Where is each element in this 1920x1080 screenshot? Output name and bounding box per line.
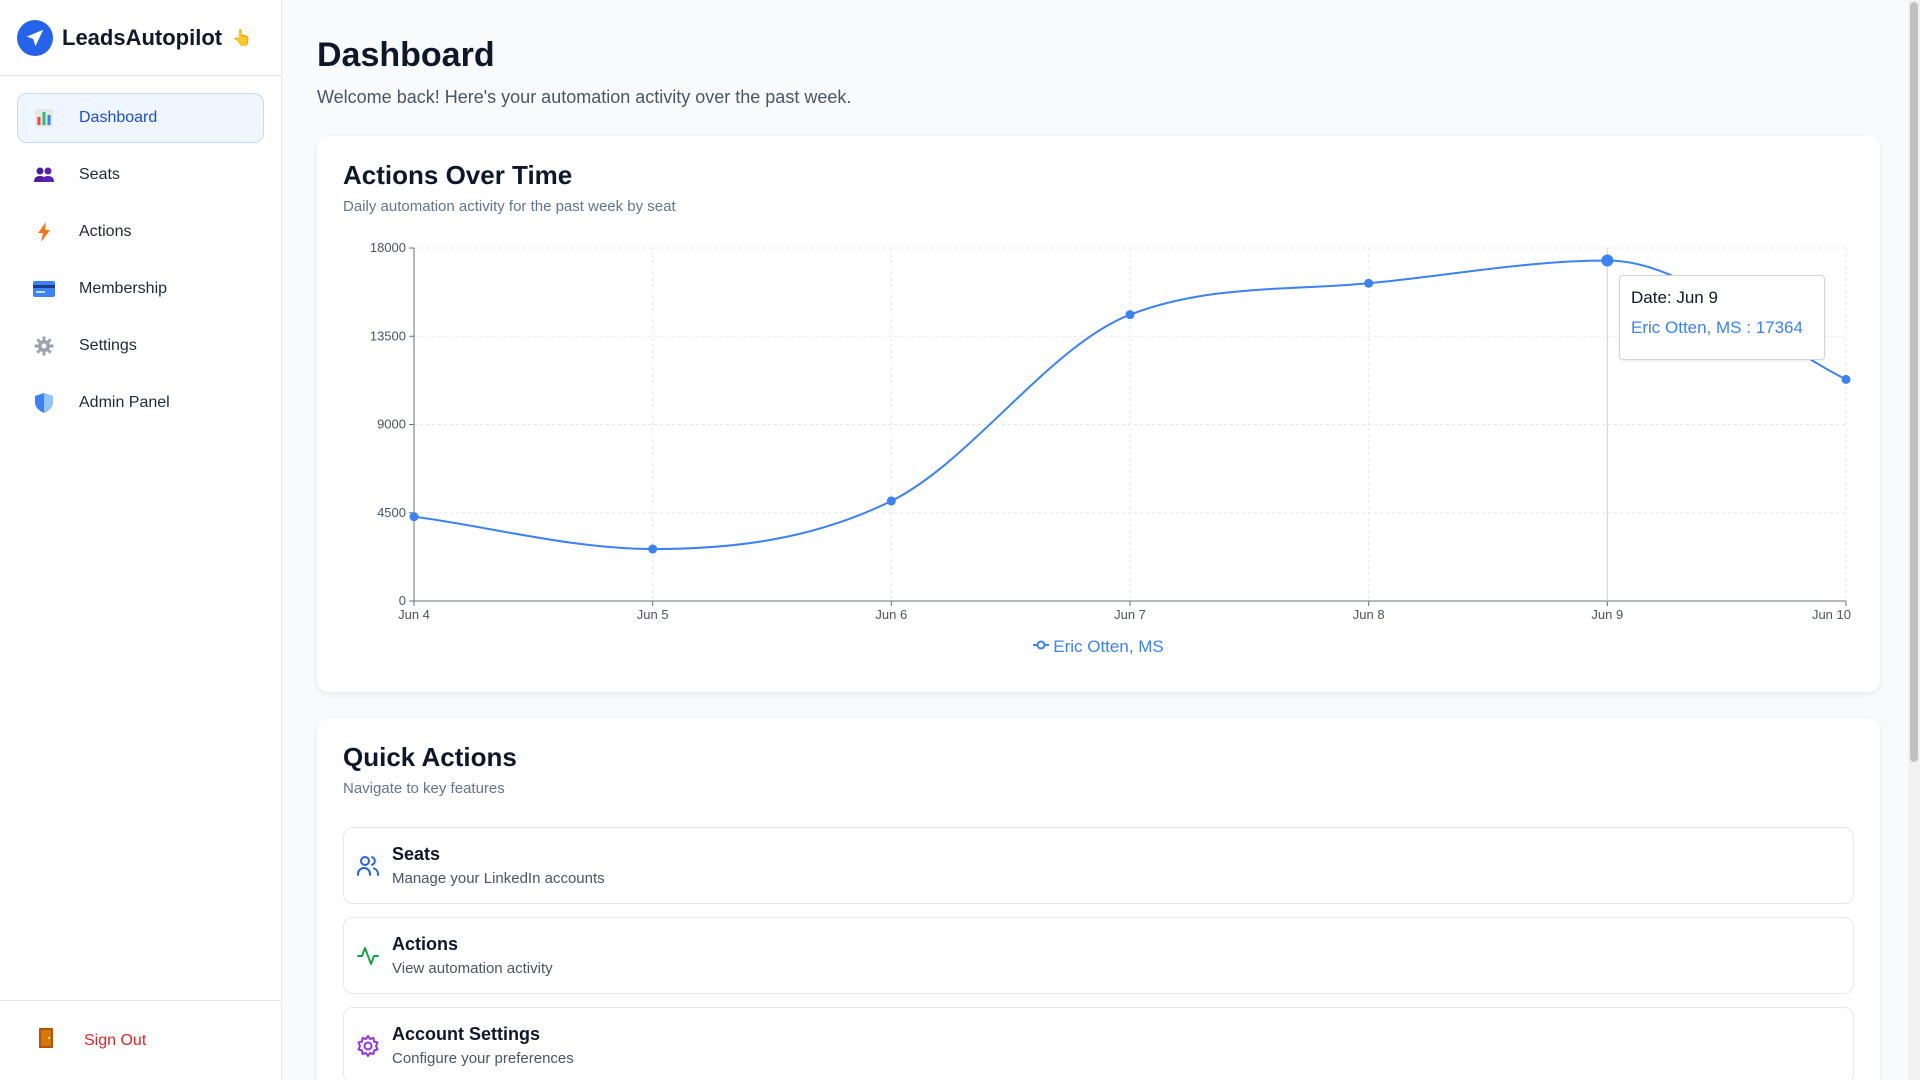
actions-chart-card: Actions Over Time Daily automation activ…	[317, 136, 1880, 692]
page-title: Dashboard	[317, 36, 495, 74]
quick-actions-title: Quick Actions	[343, 742, 517, 772]
data-point	[1841, 374, 1851, 384]
data-point	[648, 544, 658, 554]
quick-action-desc: Manage your LinkedIn accounts	[392, 870, 605, 887]
quick-action-actions[interactable]: Actions View automation activity	[343, 917, 1854, 994]
sidebar-item-label: Seats	[79, 166, 120, 183]
sidebar-item-membership[interactable]: Membership	[17, 264, 264, 314]
y-tick-label: 4500	[377, 505, 406, 520]
page-scrollbar[interactable]	[1908, 0, 1920, 1080]
gear-icon	[356, 1034, 380, 1058]
x-tick-label: Jun 10	[1812, 607, 1851, 622]
legend-label: Eric Otten, MS	[1053, 637, 1164, 656]
sidebar-item-settings[interactable]: Settings	[17, 321, 264, 371]
main-content: Dashboard Welcome back! Here's your auto…	[317, 0, 1880, 1080]
airplane-logo-icon[interactable]	[17, 19, 53, 56]
quick-action-desc: View automation activity	[392, 960, 553, 977]
sidebar-footer: Sign Out	[0, 1000, 281, 1080]
gear-icon	[33, 335, 55, 357]
quick-actions-card: Quick Actions Navigate to key features S…	[317, 718, 1880, 1080]
sidebar-item-label: Actions	[79, 223, 132, 240]
quick-actions-subtitle: Navigate to key features	[343, 780, 505, 797]
activity-icon	[356, 944, 380, 968]
sidebar-item-label: Settings	[79, 337, 137, 354]
x-tick-label: Jun 5	[637, 607, 669, 622]
y-tick-label: 0	[399, 593, 406, 608]
tooltip-value: Eric Otten, MS : 17364	[1631, 318, 1803, 337]
tooltip-date: Date: Jun 9	[1631, 288, 1718, 307]
data-point	[409, 512, 419, 522]
x-tick-label: Jun 6	[875, 607, 907, 622]
sidebar-item-label: Dashboard	[79, 109, 158, 126]
quick-action-title: Actions	[392, 934, 459, 954]
quick-action-account-settings[interactable]: Account Settings Configure your preferen…	[343, 1007, 1854, 1080]
brand-name[interactable]: LeadsAutopilot	[62, 25, 222, 51]
brand: LeadsAutopilot 👆	[0, 0, 281, 76]
door-icon	[38, 1027, 54, 1054]
data-point	[1364, 278, 1374, 288]
data-point	[886, 496, 896, 506]
legend-line-marker-icon	[1033, 638, 1050, 656]
sidebar-nav: Dashboard Seats Actions Membership Setti…	[0, 76, 281, 428]
sign-out-button[interactable]: Sign Out	[84, 1032, 146, 1050]
sidebar-item-admin-panel[interactable]: Admin Panel	[17, 378, 264, 428]
pointing-hand-icon: 👆	[232, 29, 253, 47]
quick-action-title: Account Settings	[392, 1024, 541, 1044]
quick-action-desc: Configure your preferences	[392, 1050, 574, 1067]
data-point	[1125, 310, 1135, 320]
line-chart[interactable]: 0 4500 9000 13500 18000 Jun 4 Jun 5 Jun 6 Jun 7 J…	[317, 136, 1880, 692]
lightning-icon	[33, 221, 55, 243]
x-tick-label: Jun 7	[1114, 607, 1146, 622]
users-icon	[33, 164, 55, 186]
x-tick-label: Jun 4	[398, 607, 430, 622]
quick-action-seats[interactable]: Seats Manage your LinkedIn accounts	[343, 827, 1854, 904]
bar-chart-icon	[33, 107, 55, 129]
sidebar-item-label: Admin Panel	[79, 394, 170, 411]
y-tick-label: 18000	[370, 240, 406, 255]
scrollbar-thumb[interactable]	[1910, 2, 1918, 762]
y-tick-label: 9000	[377, 417, 406, 432]
sidebar-item-seats[interactable]: Seats	[17, 150, 264, 200]
data-point-active	[1601, 254, 1614, 267]
credit-card-icon	[33, 278, 55, 300]
x-tick-label: Jun 8	[1353, 607, 1385, 622]
sidebar: LeadsAutopilot 👆 Dashboard Seats Actions…	[0, 0, 282, 1080]
page-subtitle: Welcome back! Here's your automation act…	[317, 87, 852, 107]
x-tick-label: Jun 9	[1591, 607, 1623, 622]
quick-action-title: Seats	[392, 844, 441, 864]
chart-tooltip: Date: Jun 9 Eric Otten, MS : 17364	[1619, 275, 1825, 360]
sidebar-item-dashboard[interactable]: Dashboard	[17, 93, 264, 143]
sidebar-item-actions[interactable]: Actions	[17, 207, 264, 257]
chart-legend[interactable]: Eric Otten, MS	[317, 637, 1880, 657]
sidebar-item-label: Membership	[79, 280, 168, 297]
y-tick-label: 13500	[370, 328, 406, 343]
users-icon	[356, 854, 380, 878]
shield-icon	[33, 392, 55, 414]
